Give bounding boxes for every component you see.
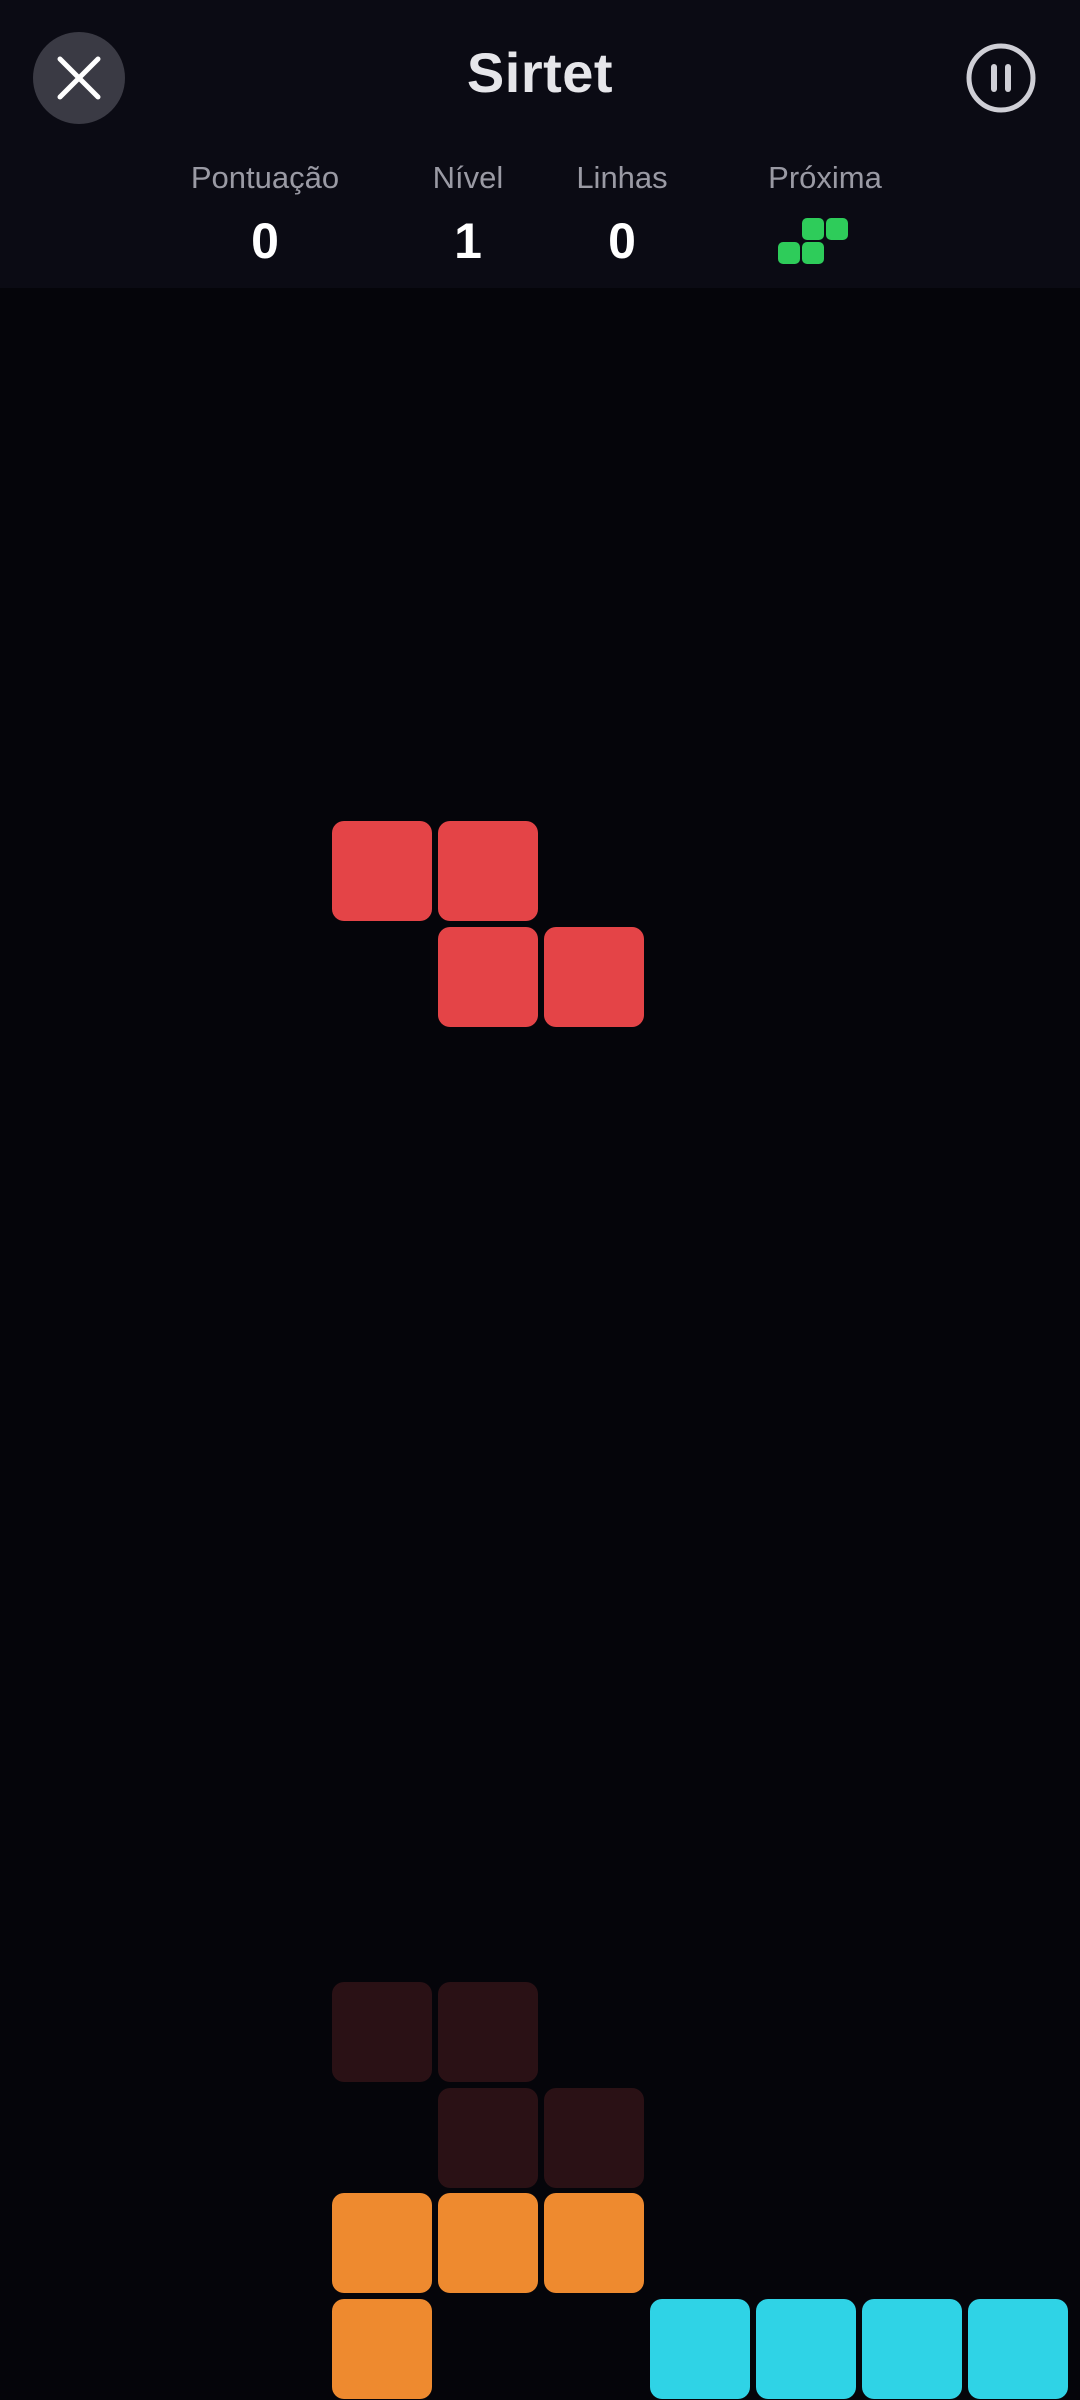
next-piece-cell [778,242,800,264]
pause-icon [966,43,1036,113]
ghost-piece-cell [438,2088,538,2188]
level-stat: Nível 1 [418,160,518,270]
next-stat: Próxima [745,160,905,196]
next-piece-cell [826,218,848,240]
active-piece-cell [332,821,432,921]
pause-button[interactable] [965,42,1037,114]
next-piece-cell [802,242,824,264]
game-header: Sirtet Pontuação 0 Nível 1 Linhas 0 Próx… [0,0,1080,288]
locked-cell [438,2193,538,2293]
score-label: Pontuação [190,160,340,195]
locked-cell [332,2193,432,2293]
active-piece-cell [438,927,538,1027]
score-value: 0 [251,213,279,269]
locked-cell [332,2299,432,2399]
locked-cell [544,2193,644,2293]
lines-stat: Linhas 0 [562,160,682,270]
lines-label: Linhas [576,160,668,195]
ghost-piece-cell [544,2088,644,2188]
level-value: 1 [454,213,482,269]
score-stat: Pontuação 0 [165,160,365,270]
game-board[interactable] [0,288,1080,2400]
ghost-piece-cell [438,1982,538,2082]
lines-value: 0 [608,213,636,269]
game-title: Sirtet [466,41,614,104]
locked-cell [968,2299,1068,2399]
active-piece-cell [438,821,538,921]
next-label: Próxima [768,160,882,195]
locked-cell [756,2299,856,2399]
active-piece-cell [544,927,644,1027]
next-piece-cell [802,218,824,240]
level-label: Nível [432,160,504,195]
locked-cell [650,2299,750,2399]
locked-cell [862,2299,962,2399]
ghost-piece-cell [332,1982,432,2082]
next-piece-preview [778,218,848,264]
